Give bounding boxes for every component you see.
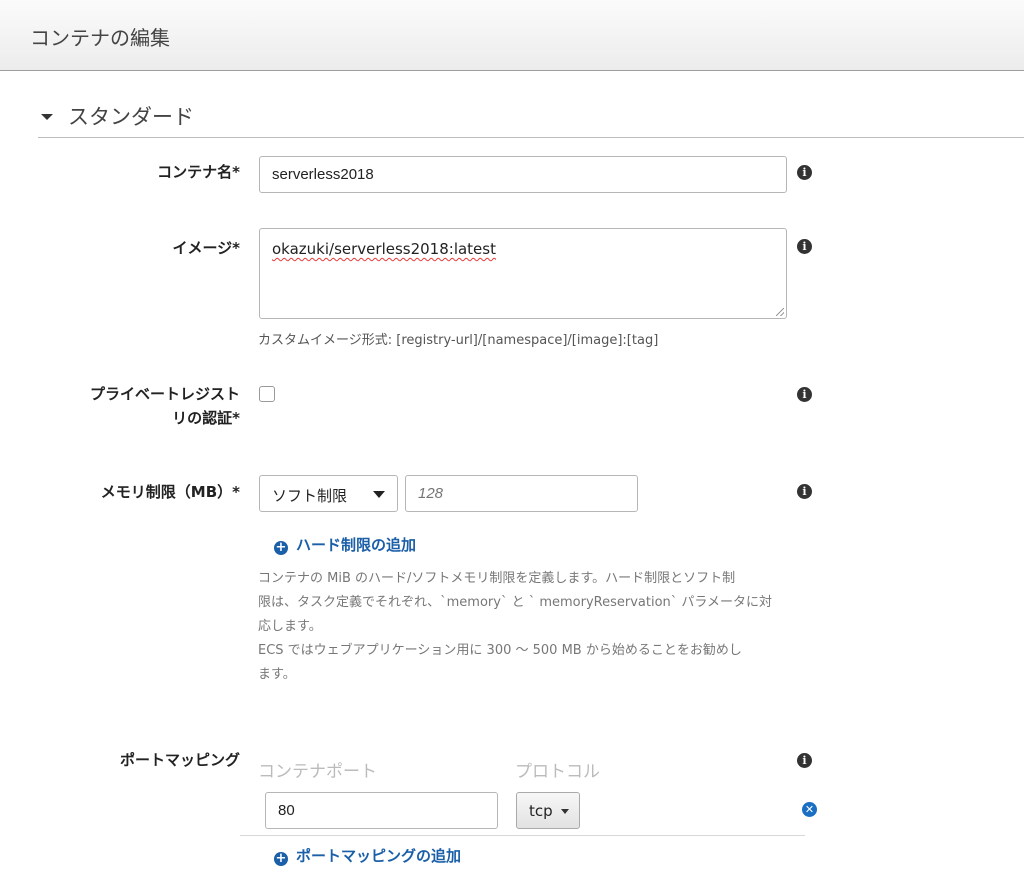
image-label: イメージ* xyxy=(172,239,240,257)
info-icon[interactable]: i xyxy=(797,484,812,499)
port-mapping-label: ポートマッピング xyxy=(119,751,240,769)
memory-help-text: コンテナの MiB のハード/ソフトメモリ制限を定義します。ハード制限とソフト制… xyxy=(258,567,788,687)
private-registry-label-line1: プライベートレジスト xyxy=(89,385,240,403)
add-port-mapping-link[interactable]: + ポートマッピングの追加 xyxy=(274,845,461,866)
help-line: 限は、タスク定義でそれぞれ、`memory` と ` memoryReserva… xyxy=(258,595,773,610)
add-port-mapping-label: ポートマッピングの追加 xyxy=(296,847,462,865)
protocol-value: tcp xyxy=(529,802,553,820)
help-line: コンテナの MiB のハード/ソフトメモリ制限を定義します。ハード制限とソフト制 xyxy=(258,571,736,586)
memory-limit-type-value: ソフト制限 xyxy=(272,487,348,505)
section-divider xyxy=(38,137,1024,138)
protocol-column-header: プロトコル xyxy=(515,762,600,782)
image-value: okazuki/serverless2018:latest xyxy=(272,240,496,258)
section-title: スタンダード xyxy=(68,105,194,129)
add-hard-limit-label: ハード制限の追加 xyxy=(296,536,417,554)
help-line: ます。 xyxy=(258,667,296,682)
container-name-input[interactable] xyxy=(259,156,787,193)
container-name-label: コンテナ名* xyxy=(157,163,240,181)
private-registry-checkbox[interactable] xyxy=(259,386,275,402)
plus-circle-icon: + xyxy=(274,540,288,555)
add-hard-limit-link[interactable]: + ハード制限の追加 xyxy=(274,534,416,555)
protocol-select[interactable]: tcp xyxy=(516,792,580,829)
image-textarea[interactable]: okazuki/serverless2018:latest xyxy=(259,228,787,319)
info-icon[interactable]: i xyxy=(797,387,812,402)
memory-limit-type-select[interactable]: ソフト制限 xyxy=(259,475,398,512)
container-port-input[interactable] xyxy=(265,792,498,829)
resize-handle[interactable] xyxy=(776,308,784,316)
plus-circle-icon: + xyxy=(274,851,288,866)
caret-down-icon xyxy=(561,809,569,814)
remove-circle-icon[interactable]: ✕ xyxy=(802,802,817,817)
port-row-divider xyxy=(240,835,805,836)
help-line: 応します。 xyxy=(258,619,322,634)
memory-limit-label: メモリ制限（MB）* xyxy=(100,483,240,501)
memory-limit-input[interactable] xyxy=(405,475,638,512)
private-registry-label: プライベートレジスト リの認証* xyxy=(90,382,240,430)
caret-down-icon xyxy=(41,114,53,120)
page-header: コンテナの編集 xyxy=(0,0,1024,71)
image-format-hint: カスタムイメージ形式: [registry-url]/[namespace]/[… xyxy=(258,333,659,348)
private-registry-label-line2: リの認証* xyxy=(172,409,240,427)
container-port-column-header: コンテナポート xyxy=(258,762,377,782)
info-icon[interactable]: i xyxy=(797,239,812,254)
help-line: ECS ではウェブアプリケーション用に 300 ～ 500 MB から始めること… xyxy=(258,643,742,658)
info-icon[interactable]: i xyxy=(797,165,812,180)
page-title: コンテナの編集 xyxy=(30,26,170,50)
info-icon[interactable]: i xyxy=(797,753,812,768)
chevron-down-icon xyxy=(373,491,385,498)
